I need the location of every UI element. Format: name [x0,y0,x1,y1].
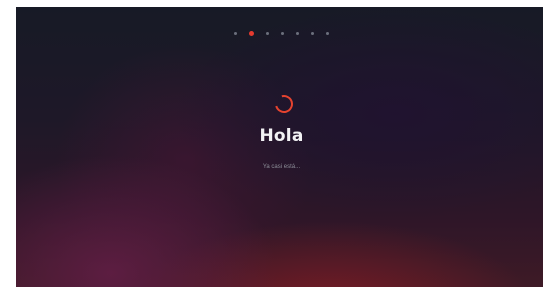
welcome-screen: Hola Ya casi está... [16,7,543,287]
page-dot [311,32,314,35]
loading-status-text: Ya casi está... [262,164,301,170]
page-dot [266,32,269,35]
page-dot-active [249,31,254,36]
page-dot [326,32,329,35]
page-indicator [16,31,543,36]
page-dot [234,32,237,35]
page-dot [281,32,284,35]
spinner-icon [271,91,297,117]
page-dot [296,32,299,35]
greeting-title: Hola [259,126,304,146]
